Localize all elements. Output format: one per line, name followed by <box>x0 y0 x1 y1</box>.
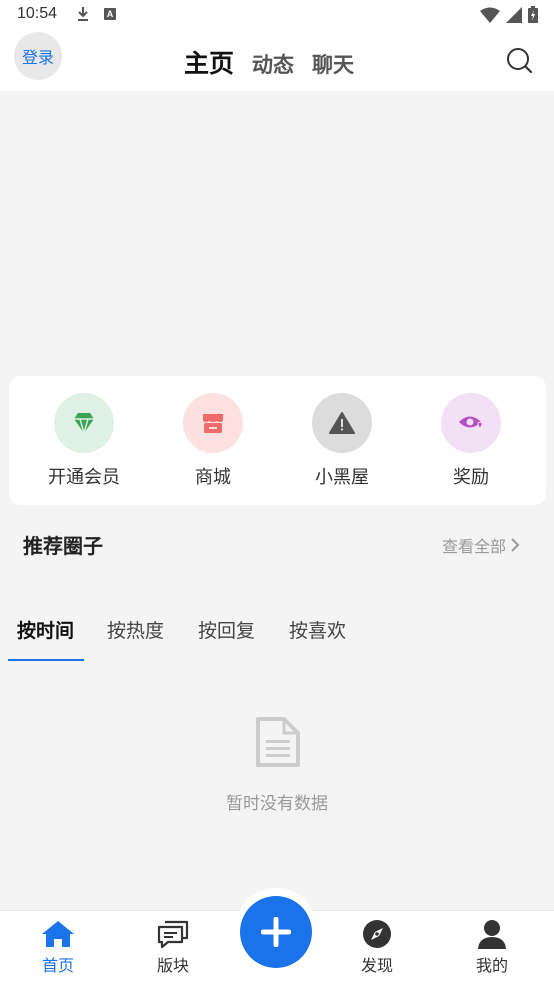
warning-icon <box>312 393 372 453</box>
create-post-button[interactable] <box>240 896 312 968</box>
tab-chat[interactable]: 聊天 <box>312 49 354 79</box>
battery-icon <box>528 6 538 23</box>
search-icon[interactable] <box>505 46 533 74</box>
a-notification-icon: A <box>104 8 116 20</box>
view-all-label: 查看全部 <box>442 537 507 556</box>
sort-tab-like[interactable]: 按喜欢 <box>289 616 346 643</box>
nav-discover[interactable]: 发现 <box>337 919 417 976</box>
chat-bubbles-icon <box>157 920 189 949</box>
shortcut-blackroom[interactable]: 小黑屋 <box>292 393 392 489</box>
wifi-icon <box>480 7 500 23</box>
section-title: 推荐圈子 <box>23 534 103 558</box>
nav-sections[interactable]: 版块 <box>133 919 213 976</box>
download-icon <box>78 7 88 21</box>
sort-tab-reply[interactable]: 按回复 <box>198 616 255 643</box>
nav-label: 发现 <box>360 956 393 975</box>
nav-label: 首页 <box>41 956 74 975</box>
top-tabs: 主页 动态 聊天 <box>184 44 354 80</box>
shortcut-label: 奖励 <box>453 467 489 488</box>
shortcut-reward[interactable]: 奖励 <box>421 393 521 489</box>
sort-tabs: 按时间 按热度 按回复 按喜欢 <box>0 612 554 662</box>
shortcut-card: 开通会员 商城 小黑屋 奖励 <box>9 376 546 505</box>
tab-feed[interactable]: 动态 <box>252 49 294 79</box>
shop-icon <box>183 393 243 453</box>
nav-home[interactable]: 首页 <box>18 919 98 976</box>
empty-state-text: 暂时没有数据 <box>226 794 328 814</box>
status-bar: 10:54 A <box>0 0 554 30</box>
plus-icon <box>261 917 291 947</box>
sort-tab-time[interactable]: 按时间 <box>17 616 74 643</box>
chevron-right-icon <box>511 538 520 552</box>
sort-tab-hot[interactable]: 按热度 <box>107 616 164 643</box>
app-header: 登录 主页 动态 聊天 <box>0 30 554 91</box>
shortcut-label: 开通会员 <box>48 467 120 488</box>
signal-icon <box>506 6 522 23</box>
view-all-link[interactable]: 查看全部 <box>442 533 520 557</box>
home-icon <box>42 921 74 947</box>
shortcut-vip[interactable]: 开通会员 <box>34 393 134 489</box>
eye-heart-icon <box>441 393 501 453</box>
nav-label: 版块 <box>156 956 189 975</box>
banner-area <box>0 91 554 375</box>
compass-icon <box>363 920 391 948</box>
shortcut-label: 商城 <box>195 467 231 488</box>
shortcut-label: 小黑屋 <box>315 467 369 488</box>
tab-home[interactable]: 主页 <box>184 44 234 80</box>
active-tab-indicator <box>8 659 84 661</box>
login-button[interactable]: 登录 <box>14 32 62 80</box>
status-time: 10:54 <box>17 5 58 22</box>
nav-label: 我的 <box>475 956 508 975</box>
document-icon <box>256 717 300 767</box>
nav-profile[interactable]: 我的 <box>452 919 532 976</box>
diamond-icon <box>54 393 114 453</box>
shortcut-shop[interactable]: 商城 <box>163 393 263 489</box>
person-icon <box>478 920 506 949</box>
